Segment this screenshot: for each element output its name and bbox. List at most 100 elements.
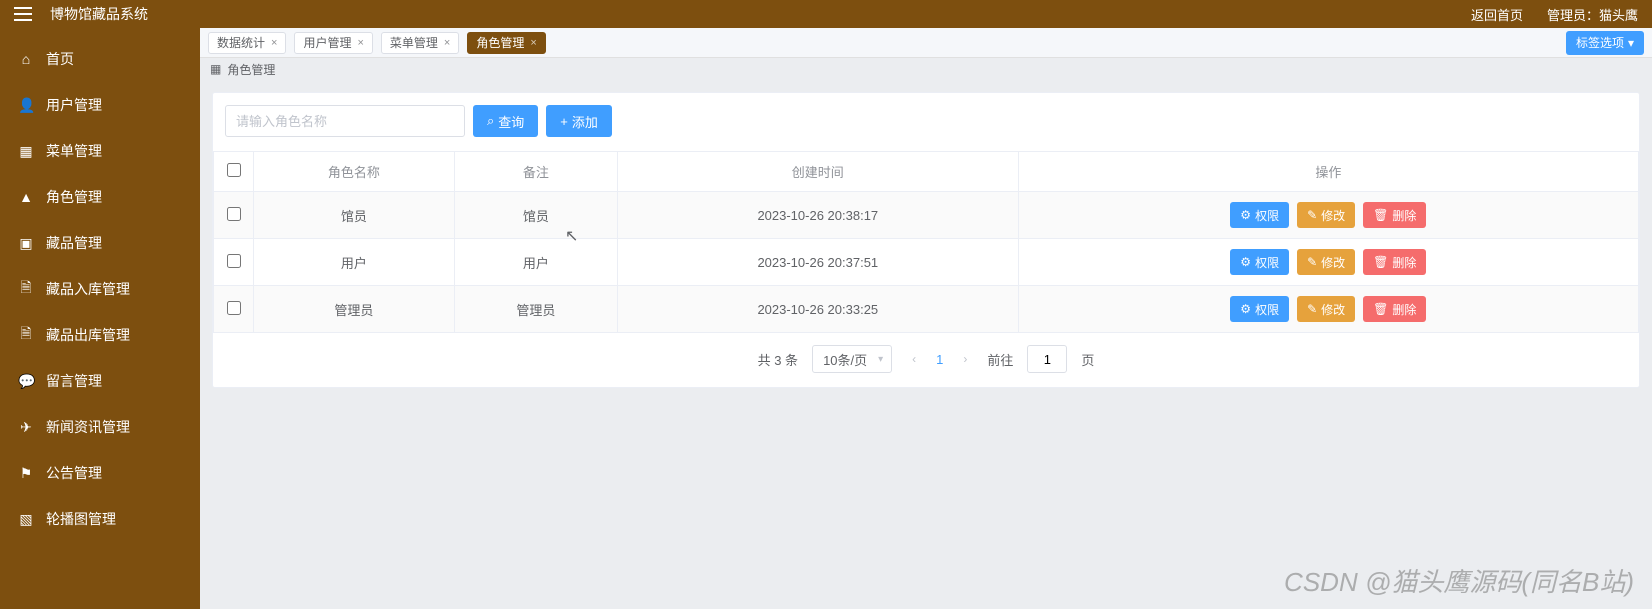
- sidebar-item-label: 角色管理: [46, 187, 102, 207]
- cell-name: 用户: [254, 239, 455, 286]
- cell-time: 2023-10-26 20:33:25: [617, 286, 1018, 333]
- doc-icon: 🗎: [18, 277, 34, 301]
- table-row: 管理员管理员2023-10-26 20:33:25⚙ 权限✎ 修改🗑 删除: [214, 286, 1639, 333]
- send-icon: ✈: [18, 419, 34, 436]
- gear-icon: ⚙: [1240, 302, 1251, 316]
- edit-button[interactable]: ✎ 修改: [1297, 249, 1355, 275]
- sidebar-item-label: 菜单管理: [46, 141, 102, 161]
- delete-button[interactable]: 🗑 删除: [1363, 249, 1426, 275]
- menu-toggle-icon[interactable]: [14, 7, 32, 21]
- edit-icon: ✎: [1307, 302, 1317, 316]
- sidebar-item-menu[interactable]: ▦ 菜单管理: [0, 128, 200, 174]
- col-time: 创建时间: [617, 152, 1018, 192]
- cell-name: 馆员: [254, 192, 455, 239]
- grid-icon: ▦: [210, 62, 221, 76]
- home-link[interactable]: 返回首页: [1471, 5, 1523, 24]
- admin-label[interactable]: 管理员：猫头鹰: [1547, 5, 1638, 24]
- sidebar-item-message[interactable]: 💬留言管理: [0, 358, 200, 404]
- table-row: 用户用户2023-10-26 20:37:51⚙ 权限✎ 修改🗑 删除: [214, 239, 1639, 286]
- sidebar-item-label: 公告管理: [46, 463, 102, 483]
- sidebar-item-label: 藏品管理: [46, 233, 102, 253]
- tab-role[interactable]: 角色管理×: [467, 32, 545, 54]
- table-row: 馆员馆员2023-10-26 20:38:17⚙ 权限✎ 修改🗑 删除: [214, 192, 1639, 239]
- row-checkbox[interactable]: [227, 207, 241, 221]
- sidebar-item-label: 用户管理: [46, 95, 102, 115]
- edit-button[interactable]: ✎ 修改: [1297, 202, 1355, 228]
- cell-remark: 馆员: [454, 192, 617, 239]
- sidebar-item-label: 首页: [46, 49, 74, 69]
- sidebar-item-user[interactable]: 👤 用户管理: [0, 82, 200, 128]
- doc-icon: 🗎: [18, 323, 34, 347]
- row-checkbox[interactable]: [227, 301, 241, 315]
- search-icon: ⌕: [487, 113, 494, 129]
- prev-page-button[interactable]: ‹: [906, 352, 922, 366]
- perm-button[interactable]: ⚙ 权限: [1230, 249, 1289, 275]
- sidebar-item-collection[interactable]: ▣ 藏品管理: [0, 220, 200, 266]
- table-header-row: 角色名称 备注 创建时间 操作: [214, 152, 1639, 192]
- delete-button[interactable]: 🗑 删除: [1363, 202, 1426, 228]
- perm-button[interactable]: ⚙ 权限: [1230, 202, 1289, 228]
- tab-stats[interactable]: 数据统计×: [208, 32, 286, 54]
- gear-icon: ⚙: [1240, 208, 1251, 222]
- plus-icon: +: [560, 114, 568, 129]
- delete-button[interactable]: 🗑 删除: [1363, 296, 1426, 322]
- sidebar-item-inbound[interactable]: 🗎 藏品入库管理: [0, 266, 200, 312]
- next-page-button[interactable]: ›: [957, 352, 973, 366]
- image-icon: ▧: [18, 511, 34, 528]
- sidebar-item-news[interactable]: ✈新闻资讯管理: [0, 404, 200, 450]
- search-button[interactable]: ⌕查询: [473, 105, 538, 137]
- content-panel: ⌕查询 +添加 角色名称 备注 创建时间 操作 馆员馆员2023-10-26 2…: [212, 92, 1640, 388]
- user-icon: 👤: [18, 97, 34, 114]
- toolbar: ⌕查询 +添加: [213, 105, 1639, 151]
- trash-icon: 🗑: [1373, 208, 1388, 222]
- sidebar-item-notice[interactable]: ⚑公告管理: [0, 450, 200, 496]
- edit-icon: ✎: [1307, 208, 1317, 222]
- grid-icon: ▦: [18, 143, 34, 160]
- role-table: 角色名称 备注 创建时间 操作 馆员馆员2023-10-26 20:38:17⚙…: [213, 151, 1639, 333]
- edit-icon: ✎: [1307, 255, 1317, 269]
- sidebar-item-home[interactable]: ⌂首页: [0, 36, 200, 82]
- sidebar-item-outbound[interactable]: 🗎藏品出库管理: [0, 312, 200, 358]
- cell-time: 2023-10-26 20:37:51: [617, 239, 1018, 286]
- close-icon[interactable]: ×: [357, 37, 363, 49]
- tabbar: 数据统计× 用户管理× 菜单管理× 角色管理× 标签选项▾: [200, 28, 1652, 58]
- sidebar-item-role[interactable]: ▲ 角色管理: [0, 174, 200, 220]
- breadcrumb-title: 角色管理: [227, 61, 275, 78]
- row-checkbox[interactable]: [227, 254, 241, 268]
- col-remark: 备注: [454, 152, 617, 192]
- box-icon: ▣: [18, 235, 34, 252]
- chevron-down-icon: ▾: [1628, 36, 1634, 50]
- page-size-select[interactable]: 10条/页: [812, 345, 892, 373]
- cell-remark: 用户: [454, 239, 617, 286]
- tab-menu[interactable]: 菜单管理×: [381, 32, 459, 54]
- close-icon[interactable]: ×: [271, 37, 277, 49]
- gear-icon: ⚙: [1240, 255, 1251, 269]
- perm-button[interactable]: ⚙ 权限: [1230, 296, 1289, 322]
- sidebar: ⌂首页 👤 用户管理 ▦ 菜单管理 ▲ 角色管理 ▣ 藏品管理 🗎 藏品入库管理 🗎藏品出…: [0, 28, 200, 609]
- role-icon: ▲: [18, 189, 34, 205]
- select-all-checkbox[interactable]: [227, 163, 241, 177]
- top-header: 博物馆藏品系统 返回首页 管理员：猫头鹰: [0, 0, 1652, 28]
- edit-button[interactable]: ✎ 修改: [1297, 296, 1355, 322]
- app-title: 博物馆藏品系统: [50, 4, 148, 24]
- header-left: 博物馆藏品系统: [14, 4, 148, 24]
- sidebar-item-label: 藏品入库管理: [46, 279, 130, 299]
- search-input[interactable]: [225, 105, 465, 137]
- col-op: 操作: [1018, 152, 1638, 192]
- goto-input[interactable]: [1027, 345, 1067, 373]
- sidebar-item-carousel[interactable]: ▧ 轮播图管理: [0, 496, 200, 542]
- breadcrumb: ▦ 角色管理: [200, 58, 1652, 80]
- pagination: 共 3 条 10条/页 ‹ 1 › 前往 页: [213, 333, 1639, 375]
- sidebar-item-label: 轮播图管理: [46, 509, 116, 529]
- header-right: 返回首页 管理员：猫头鹰: [1471, 5, 1638, 24]
- current-page[interactable]: 1: [936, 352, 943, 367]
- add-button[interactable]: +添加: [546, 105, 612, 137]
- tag-options-button[interactable]: 标签选项▾: [1566, 31, 1644, 55]
- trash-icon: 🗑: [1373, 302, 1388, 316]
- goto-prefix: 前往: [987, 350, 1013, 369]
- close-icon[interactable]: ×: [530, 37, 536, 49]
- close-icon[interactable]: ×: [444, 37, 450, 49]
- total-text: 共 3 条: [758, 350, 798, 369]
- goto-suffix: 页: [1081, 350, 1094, 369]
- tab-user[interactable]: 用户管理×: [294, 32, 372, 54]
